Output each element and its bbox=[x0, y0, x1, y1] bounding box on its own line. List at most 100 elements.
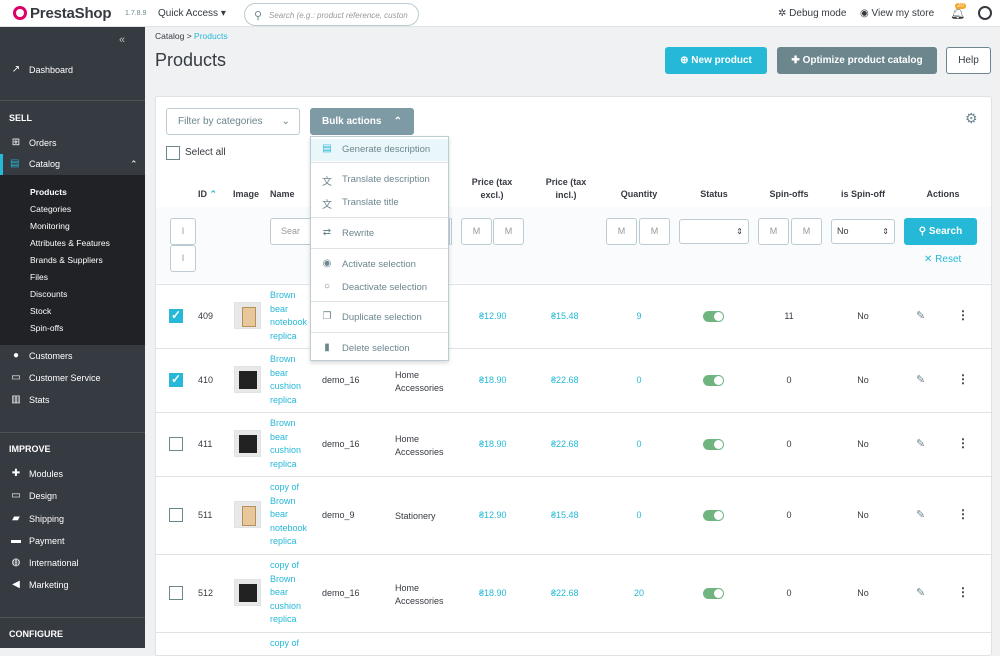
menu-rewrite[interactable]: ⇄ Rewrite bbox=[311, 223, 448, 245]
quantity-link[interactable]: 0 bbox=[609, 439, 669, 449]
menu-activate-selection[interactable]: ◉ Activate selection bbox=[311, 254, 448, 276]
product-name-link[interactable]: Brown bear cushion replica bbox=[270, 353, 315, 407]
more-actions-icon[interactable]: ⋮ bbox=[957, 308, 969, 322]
sidebar-item-international[interactable]: ◍ International bbox=[0, 552, 145, 574]
row-checkbox[interactable] bbox=[169, 308, 183, 323]
price-excl-link[interactable]: ₴18.90 bbox=[479, 375, 507, 385]
sidebar-sub-stock[interactable]: Stock bbox=[30, 306, 51, 316]
filter-spin-max[interactable]: M bbox=[791, 218, 822, 245]
menu-delete-selection[interactable]: ▮ Delete selection bbox=[311, 338, 448, 360]
more-actions-icon[interactable]: ⋮ bbox=[957, 372, 969, 386]
product-name-link[interactable]: Brown bear cushion replica bbox=[270, 417, 315, 471]
quantity-link[interactable]: 0 bbox=[609, 510, 669, 520]
sidebar-item-shipping[interactable]: ▰ Shipping bbox=[0, 508, 145, 530]
col-price-excl[interactable]: Price (tax excl.) bbox=[464, 176, 520, 202]
sidebar-item-stats[interactable]: ▥ Stats bbox=[0, 389, 145, 411]
prestashop-logo[interactable]: PrestaShop bbox=[13, 5, 112, 22]
status-toggle[interactable] bbox=[703, 439, 724, 450]
price-incl-link[interactable]: ₴15.48 bbox=[551, 311, 579, 321]
filter-category-input[interactable] bbox=[449, 218, 452, 245]
quantity-link[interactable]: 20 bbox=[609, 588, 669, 598]
price-incl-link[interactable]: ₴22.68 bbox=[551, 439, 579, 449]
sidebar-item-customer-service[interactable]: ▭ Customer Service bbox=[0, 367, 145, 389]
collapse-sidebar-icon[interactable]: « bbox=[119, 34, 125, 46]
filter-price-max[interactable]: M bbox=[493, 218, 524, 245]
sidebar-sub-attributes[interactable]: Attributes & Features bbox=[30, 238, 110, 248]
more-actions-icon[interactable]: ⋮ bbox=[957, 507, 969, 521]
more-actions-icon[interactable]: ⋮ bbox=[957, 585, 969, 599]
filter-qty-min[interactable]: M bbox=[606, 218, 637, 245]
account-icon[interactable] bbox=[978, 6, 992, 20]
bulk-actions-dropdown[interactable]: Bulk actions ⌃ bbox=[310, 108, 414, 135]
price-excl-link[interactable]: ₴12.90 bbox=[479, 510, 507, 520]
search-input[interactable]: ⚲ Search (e.g.: product reference, custo… bbox=[244, 3, 419, 26]
menu-generate-description[interactable]: ▤ Generate description bbox=[311, 139, 448, 161]
col-id[interactable]: ID ⌃ bbox=[198, 189, 217, 200]
debug-mode-link[interactable]: ✲ Debug mode bbox=[778, 8, 846, 19]
breadcrumb-catalog[interactable]: Catalog bbox=[155, 31, 184, 41]
col-quantity[interactable]: Quantity bbox=[609, 189, 669, 199]
menu-duplicate-selection[interactable]: ❐ Duplicate selection bbox=[311, 307, 448, 329]
sidebar-item-payment[interactable]: ▬ Payment bbox=[0, 530, 145, 552]
edit-icon[interactable]: ✎ bbox=[916, 508, 925, 521]
filter-name-input[interactable]: Sear bbox=[270, 218, 314, 245]
product-name-link[interactable]: Brown bear notebook replica bbox=[270, 289, 315, 343]
col-status[interactable]: Status bbox=[688, 189, 740, 199]
sidebar-item-orders[interactable]: ⊞ Orders bbox=[0, 132, 145, 154]
status-toggle[interactable] bbox=[703, 375, 724, 386]
filter-id-max[interactable]: I bbox=[170, 245, 196, 272]
row-checkbox[interactable] bbox=[169, 437, 183, 451]
breadcrumb-products[interactable]: Products bbox=[194, 31, 228, 41]
status-toggle[interactable] bbox=[703, 588, 724, 599]
filter-status-select[interactable]: ⇕ bbox=[679, 219, 749, 244]
quick-access-dropdown[interactable]: Quick Access ▾ bbox=[158, 8, 226, 19]
filter-qty-max[interactable]: M bbox=[639, 218, 670, 245]
sidebar-item-customers[interactable]: ● Customers bbox=[0, 345, 145, 367]
help-button[interactable]: Help bbox=[946, 47, 991, 74]
more-actions-icon[interactable]: ⋮ bbox=[957, 436, 969, 450]
quantity-link[interactable]: 9 bbox=[609, 311, 669, 321]
col-name[interactable]: Name bbox=[270, 189, 295, 199]
col-price-incl[interactable]: Price (tax incl.) bbox=[538, 176, 594, 202]
filter-spin-min[interactable]: M bbox=[758, 218, 789, 245]
sidebar-item-marketing[interactable]: ◀ Marketing bbox=[0, 574, 145, 596]
edit-icon[interactable]: ✎ bbox=[916, 373, 925, 386]
gear-icon[interactable]: ⚙ bbox=[965, 110, 978, 127]
sidebar-item-design[interactable]: ▭ Design bbox=[0, 485, 145, 507]
search-button[interactable]: ⚲ Search bbox=[904, 218, 977, 245]
menu-deactivate-selection[interactable]: ○ Deactivate selection bbox=[311, 277, 448, 299]
sidebar-item-modules[interactable]: ✚ Modules bbox=[0, 463, 145, 485]
sidebar-sub-spinoffs[interactable]: Spin-offs bbox=[30, 323, 63, 333]
product-name-link[interactable]: copy of bbox=[270, 637, 315, 651]
sidebar-sub-products[interactable]: Products bbox=[30, 187, 67, 197]
filter-id-min[interactable]: I bbox=[170, 218, 196, 245]
product-name-link[interactable]: copy of Brown bear notebook replica bbox=[270, 481, 315, 549]
reset-button[interactable]: ✕ Reset bbox=[924, 254, 961, 265]
optimize-catalog-button[interactable]: ✚ Optimize product catalog bbox=[777, 47, 937, 74]
row-checkbox[interactable] bbox=[169, 372, 183, 387]
sidebar-sub-discounts[interactable]: Discounts bbox=[30, 289, 67, 299]
price-incl-link[interactable]: ₴22.68 bbox=[551, 375, 579, 385]
view-store-link[interactable]: ◉ View my store bbox=[860, 8, 934, 19]
price-incl-link[interactable]: ₴15.48 bbox=[551, 510, 579, 520]
edit-icon[interactable]: ✎ bbox=[916, 586, 925, 599]
col-spinoffs[interactable]: Spin-offs bbox=[760, 189, 818, 199]
price-excl-link[interactable]: ₴18.90 bbox=[479, 588, 507, 598]
menu-translate-description[interactable]: 文 Translate description bbox=[311, 169, 448, 191]
select-all-checkbox[interactable] bbox=[166, 146, 180, 160]
col-is-spinoff[interactable]: is Spin-off bbox=[830, 189, 896, 199]
quantity-link[interactable]: 0 bbox=[609, 375, 669, 385]
sidebar-sub-brands[interactable]: Brands & Suppliers bbox=[30, 255, 103, 265]
filter-is-spinoff-select[interactable]: No ⇕ bbox=[831, 219, 895, 244]
sidebar-sub-monitoring[interactable]: Monitoring bbox=[30, 221, 70, 231]
filter-price-min[interactable]: M bbox=[461, 218, 492, 245]
menu-translate-title[interactable]: 文 Translate title bbox=[311, 192, 448, 214]
price-excl-link[interactable]: ₴18.90 bbox=[479, 439, 507, 449]
status-toggle[interactable] bbox=[703, 510, 724, 521]
edit-icon[interactable]: ✎ bbox=[916, 309, 925, 322]
product-name-link[interactable]: copy of Brown bear cushion replica bbox=[270, 559, 315, 627]
new-product-button[interactable]: ⊕ New product bbox=[665, 47, 767, 74]
sidebar-item-dashboard[interactable]: ↗ Dashboard bbox=[0, 59, 145, 81]
filter-categories-dropdown[interactable]: Filter by categories ⌄ bbox=[166, 108, 300, 135]
edit-icon[interactable]: ✎ bbox=[916, 437, 925, 450]
